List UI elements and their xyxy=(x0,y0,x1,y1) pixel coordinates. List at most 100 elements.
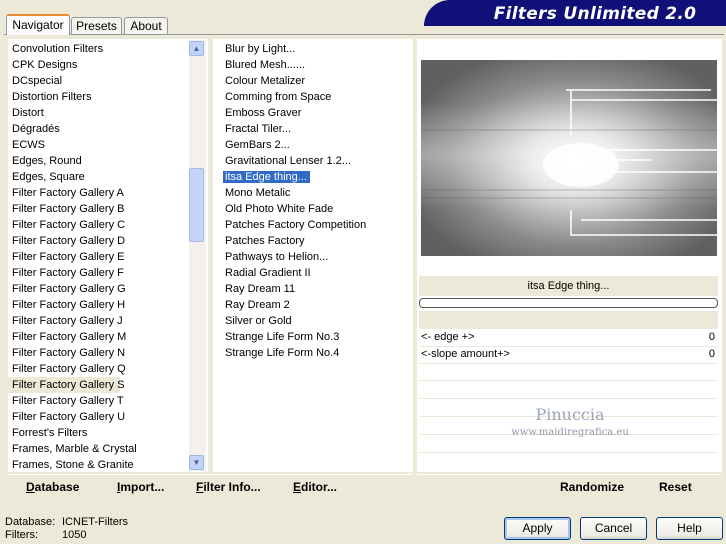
category-item[interactable]: Filter Factory Gallery D xyxy=(8,233,208,249)
apply-button[interactable]: Apply xyxy=(504,517,571,540)
category-item[interactable]: Forrest's Filters xyxy=(8,425,208,441)
status-filters-label: Filters: xyxy=(5,529,38,541)
row-divider xyxy=(419,452,718,453)
filter-info-button[interactable]: Filter Info... xyxy=(196,480,261,494)
tab-presets[interactable]: Presets xyxy=(71,17,122,34)
category-item[interactable]: Filter Factory Gallery N xyxy=(8,345,208,361)
filter-item[interactable]: Strange Life Form No.4 xyxy=(219,345,413,361)
filter-item[interactable]: Ray Dream 2 xyxy=(219,297,413,313)
filter-item-label: Blured Mesh...... xyxy=(225,59,306,71)
category-scrollbar[interactable]: ▲ ▼ xyxy=(189,40,206,471)
category-item[interactable]: Frames, Marble & Crystal xyxy=(8,441,208,457)
category-item[interactable]: Frames, Stone & Granite xyxy=(8,457,208,473)
import-button[interactable]: Import... xyxy=(117,480,164,494)
filter-item[interactable]: Emboss Graver xyxy=(219,105,413,121)
category-item[interactable]: Edges, Round xyxy=(8,153,208,169)
filter-item[interactable]: Radial Gradient II xyxy=(219,265,413,281)
randomize-button[interactable]: Randomize xyxy=(560,480,624,494)
param-value: 0 xyxy=(708,331,715,343)
param-label: <-slope amount+> xyxy=(421,348,510,360)
category-item[interactable]: Filter Factory Gallery F xyxy=(8,265,208,281)
editor-button[interactable]: Editor... xyxy=(293,480,337,494)
filter-item-label: Gravitational Lenser 1.2... xyxy=(225,155,351,167)
app-title: Filters Unlimited 2.0 xyxy=(493,4,697,24)
reset-button[interactable]: Reset xyxy=(659,480,692,494)
filter-list[interactable]: Blur by Light... Blured Mesh...... Colour … xyxy=(213,39,413,361)
cancel-button[interactable]: Cancel xyxy=(580,517,647,540)
category-item[interactable]: Filter Factory Gallery G xyxy=(8,281,208,297)
filter-item-label: Fractal Tiler... xyxy=(225,123,292,135)
param-value: 0 xyxy=(708,348,715,360)
category-item[interactable]: Filter Factory Gallery J xyxy=(8,313,208,329)
filter-item-label: Silver or Gold xyxy=(225,315,292,327)
category-item[interactable]: CPK Designs xyxy=(8,57,208,73)
toolbar-left: Database Import... Filter Info... Editor… xyxy=(8,474,413,501)
filter-item[interactable]: Old Photo White Fade xyxy=(219,201,413,217)
scroll-up-icon[interactable]: ▲ xyxy=(189,41,204,56)
filter-item[interactable]: Pathways to Helion... xyxy=(219,249,413,265)
category-item[interactable]: Convolution Filters xyxy=(8,41,208,57)
row-divider xyxy=(419,398,718,399)
filter-item[interactable]: Blur by Light... xyxy=(219,41,413,57)
filter-item-label: Comming from Space xyxy=(225,91,332,103)
filter-item-label: Colour Metalizer xyxy=(225,75,306,87)
preview-render xyxy=(421,60,717,256)
help-button[interactable]: Help xyxy=(656,517,723,540)
filter-item[interactable]: Strange Life Form No.3 xyxy=(219,329,413,345)
tab-about[interactable]: About xyxy=(124,17,168,34)
category-item[interactable]: ECWS xyxy=(8,137,208,153)
category-item[interactable]: Filter Factory Gallery B xyxy=(8,201,208,217)
category-item[interactable]: Edges, Square xyxy=(8,169,208,185)
category-item[interactable]: Filter Factory Gallery E xyxy=(8,249,208,265)
status-database-value: ICNET-Filters xyxy=(62,516,128,528)
category-item[interactable]: Distortion Filters xyxy=(8,89,208,105)
status-database-label: Database: xyxy=(5,516,56,528)
category-item[interactable]: Filter Factory Gallery H xyxy=(8,297,208,313)
param-label: <- edge +> xyxy=(421,331,475,343)
param-row-edge[interactable]: <- edge +> 0 xyxy=(419,330,718,347)
category-item[interactable]: Filter Factory Gallery A xyxy=(8,185,208,201)
filter-item[interactable]: Ray Dream 11 xyxy=(219,281,413,297)
category-item[interactable]: Filter Factory Gallery M xyxy=(8,329,208,345)
filter-item[interactable]: Gravitational Lenser 1.2... xyxy=(219,153,413,169)
toolbar-right: Randomize Reset xyxy=(417,474,722,501)
filter-item[interactable]: Blured Mesh...... xyxy=(219,57,413,73)
filter-item[interactable]: Comming from Space xyxy=(219,89,413,105)
filter-list-panel: Blur by Light... Blured Mesh...... Colour … xyxy=(213,39,413,472)
filter-item[interactable]: Mono Metalic xyxy=(219,185,413,201)
filter-item[interactable]: Fractal Tiler... xyxy=(219,121,413,137)
filter-item-label: Ray Dream 11 xyxy=(225,283,296,295)
filter-item-label: Pathways to Helion... xyxy=(225,251,329,263)
filter-item[interactable]: itsa Edge thing... xyxy=(219,169,413,185)
database-button[interactable]: Database xyxy=(26,480,79,494)
preview-image xyxy=(421,60,717,256)
category-item[interactable]: DCspecial xyxy=(8,73,208,89)
filter-item[interactable]: Silver or Gold xyxy=(219,313,413,329)
filter-item[interactable]: GemBars 2... xyxy=(219,137,413,153)
status-filters-value: 1050 xyxy=(62,529,87,541)
filter-item-label: Emboss Graver xyxy=(225,107,302,119)
param-row-slope[interactable]: <-slope amount+> 0 xyxy=(419,347,718,364)
progress-bar xyxy=(419,298,718,308)
filter-item[interactable]: Patches Factory Competition xyxy=(219,217,413,233)
category-item[interactable]: Filter Factory Gallery T xyxy=(8,393,208,409)
category-item[interactable]: Filter Factory Gallery S xyxy=(8,377,124,393)
scroll-down-icon[interactable]: ▼ xyxy=(189,455,204,470)
row-divider xyxy=(419,380,718,381)
filter-item[interactable]: Colour Metalizer xyxy=(219,73,413,89)
category-item[interactable]: Filter Factory Gallery Q xyxy=(8,361,208,377)
tab-navigator[interactable]: Navigator xyxy=(6,14,70,35)
scroll-thumb[interactable] xyxy=(189,168,204,242)
filter-item-label: GemBars 2... xyxy=(225,139,290,151)
category-item[interactable]: Dégradés xyxy=(8,121,208,137)
filter-item[interactable]: Patches Factory xyxy=(219,233,413,249)
category-list[interactable]: Convolution Filters CPK Designs DCspecial D… xyxy=(8,39,208,473)
filter-item-label: Patches Factory Competition xyxy=(225,219,367,231)
filter-item-label: Old Photo White Fade xyxy=(225,203,334,215)
filter-item-label: Mono Metalic xyxy=(225,187,291,199)
category-item[interactable]: Filter Factory Gallery U xyxy=(8,409,208,425)
category-item[interactable]: Filter Factory Gallery C xyxy=(8,217,208,233)
tab-divider xyxy=(4,34,724,35)
watermark-name: Pinuccia xyxy=(535,405,605,424)
category-item[interactable]: Distort xyxy=(8,105,208,121)
